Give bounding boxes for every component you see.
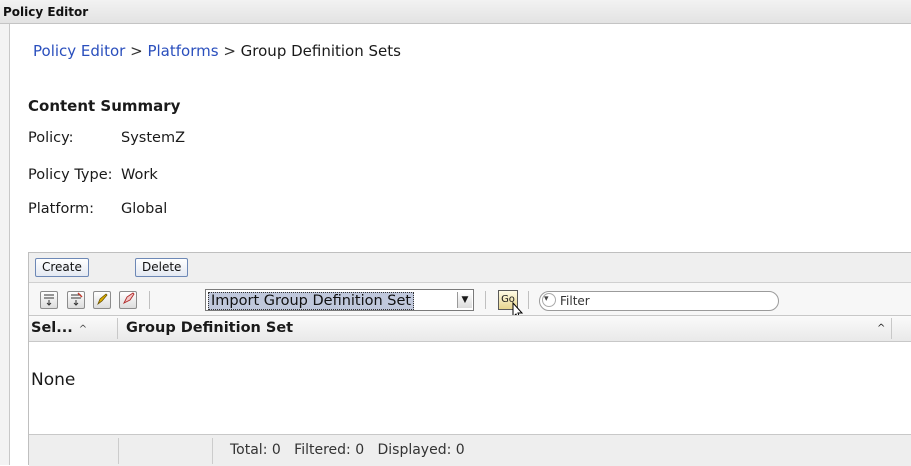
button-bar: Create Delete bbox=[29, 253, 911, 283]
total-count: 0 bbox=[271, 442, 281, 458]
table-body: None bbox=[29, 342, 911, 434]
edit-sort-icon[interactable] bbox=[93, 291, 111, 309]
footer-divider bbox=[212, 438, 213, 464]
clear-sort-icon[interactable] bbox=[119, 291, 137, 309]
filter-dropdown-arrow-icon: ▾ bbox=[544, 294, 549, 304]
column-header-label: Sel... bbox=[31, 320, 73, 336]
column-header-select[interactable]: Sel... ^ bbox=[31, 316, 87, 341]
left-frame-border bbox=[0, 0, 10, 465]
filtered-count: 0 bbox=[355, 442, 365, 458]
action-select[interactable]: Import Group Definition Set ▼ bbox=[205, 289, 474, 311]
column-header-label: Group Definition Set bbox=[126, 320, 294, 336]
summary-value: Work bbox=[121, 167, 158, 183]
create-button[interactable]: Create bbox=[35, 258, 89, 277]
summary-row-policy: Policy: SystemZ bbox=[28, 130, 185, 146]
breadcrumb-current-page: Group Definition Sets bbox=[240, 42, 401, 60]
summary-value: Global bbox=[121, 201, 168, 217]
chevron-down-icon[interactable]: ▼ bbox=[457, 292, 472, 308]
filter-box[interactable]: ▾ bbox=[539, 291, 779, 311]
breadcrumb: Policy Editor > Platforms > Group Defini… bbox=[33, 42, 401, 60]
breadcrumb-separator: > bbox=[130, 42, 143, 60]
displayed-count: 0 bbox=[455, 442, 465, 458]
window-title: Policy Editor bbox=[0, 0, 911, 24]
table-footer: Total: 0 Filtered: 0 Displayed: 0 bbox=[29, 434, 911, 466]
group-definition-sets-panel: Create Delete Import Group Definition Se… bbox=[28, 252, 911, 466]
toolbar-divider bbox=[528, 291, 529, 309]
collapse-all-icon[interactable] bbox=[67, 291, 85, 309]
breadcrumb-platforms[interactable]: Platforms bbox=[147, 42, 218, 60]
breadcrumb-separator: > bbox=[223, 42, 236, 60]
summary-row-policy-type: Policy Type: Work bbox=[28, 167, 158, 183]
footer-divider bbox=[118, 438, 119, 464]
delete-button[interactable]: Delete bbox=[135, 258, 189, 277]
table-totals: Total: 0 Filtered: 0 Displayed: 0 bbox=[230, 442, 465, 458]
content-summary-heading: Content Summary bbox=[28, 97, 181, 115]
breadcrumb-policy-editor[interactable]: Policy Editor bbox=[33, 42, 125, 60]
sort-caret-icon: ^ bbox=[78, 324, 88, 335]
toolbar-divider bbox=[149, 291, 150, 309]
summary-label: Platform: bbox=[28, 201, 95, 217]
displayed-label: Displayed: bbox=[377, 442, 452, 458]
filter-input[interactable] bbox=[560, 293, 760, 309]
table-toolbar: Import Group Definition Set ▼ Go ▾ bbox=[29, 283, 911, 321]
expand-all-icon[interactable] bbox=[40, 291, 58, 309]
summary-row-platform: Platform: Global bbox=[28, 201, 167, 217]
toolbar-divider bbox=[485, 291, 486, 309]
table-header: Sel... ^ Group Definition Set ^ bbox=[29, 315, 911, 342]
total-label: Total: bbox=[230, 442, 268, 458]
column-header-group-definition-set[interactable]: Group Definition Set bbox=[126, 316, 293, 341]
column-divider[interactable] bbox=[117, 318, 118, 339]
column-divider[interactable] bbox=[891, 318, 892, 339]
action-select-value: Import Group Definition Set bbox=[208, 292, 415, 310]
sort-caret-icon[interactable]: ^ bbox=[877, 316, 885, 341]
summary-label: Policy Type: bbox=[28, 167, 113, 183]
summary-label: Policy: bbox=[28, 130, 74, 146]
filtered-label: Filtered: bbox=[294, 442, 351, 458]
summary-value: SystemZ bbox=[121, 130, 186, 146]
empty-table-message: None bbox=[31, 370, 76, 390]
